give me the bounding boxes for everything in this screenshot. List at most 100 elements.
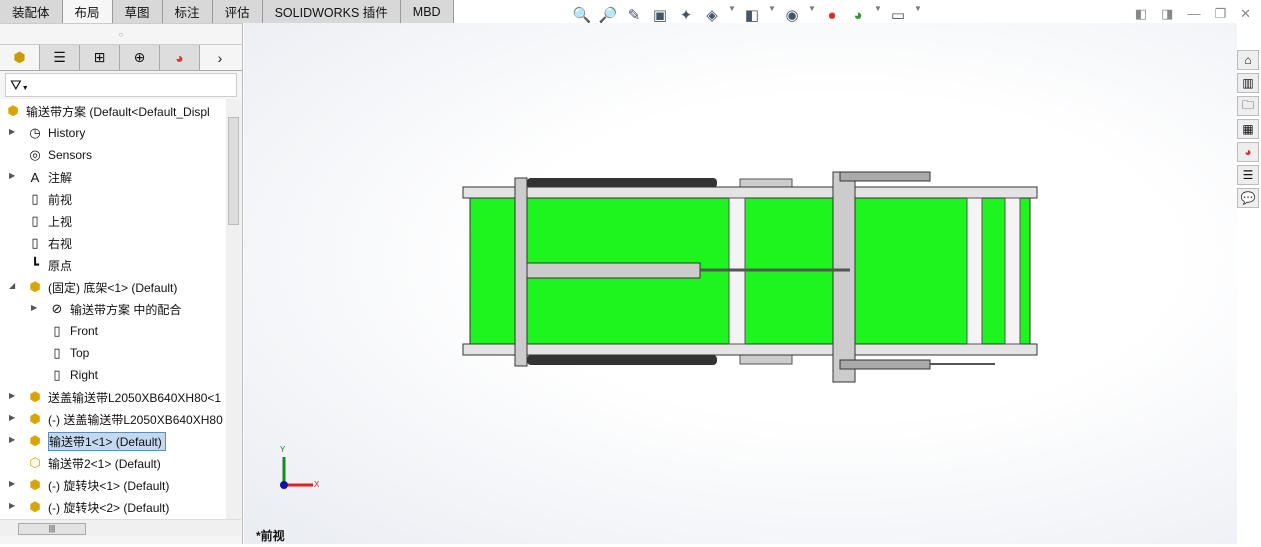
tree-item-label: Sensors (48, 148, 93, 162)
tree-item[interactable]: ┗ 原点 (26, 255, 72, 275)
expand-arrow-icon[interactable]: ◢ (9, 281, 15, 290)
tree-item-label: (固定) 底架<1> (Default) (48, 280, 178, 295)
tree-item[interactable]: ⬢ (-) 旋转块<1> (Default) (26, 475, 169, 495)
tree-item-label: 上视 (48, 214, 73, 229)
expand-arrow-icon[interactable]: ▶ (9, 127, 15, 136)
expand-arrow-icon[interactable]: ▶ (9, 435, 15, 444)
tree-item[interactable]: ⬢ 输送带方案 (Default<Default_Displ (4, 101, 209, 121)
expand-arrow-icon[interactable]: ▶ (9, 501, 15, 510)
triad-x-label: X (314, 480, 320, 489)
property-manager-tab-icon[interactable]: ☰ (40, 45, 80, 70)
expand-arrow-icon[interactable]: ▶ (9, 171, 15, 180)
tab-0[interactable]: 装配体 (0, 0, 63, 23)
tree-item[interactable]: ▯ 前视 (26, 189, 72, 209)
conveyor-model (462, 171, 1038, 383)
mates-icon: ⊘ (51, 301, 63, 316)
tree-item[interactable]: ⬢ 输送带1<1> (Default) (26, 431, 166, 451)
panel-grip[interactable]: ○ (0, 23, 242, 45)
tab-6[interactable]: MBD (400, 0, 454, 23)
panel-right-icon[interactable]: ◨ (1161, 6, 1173, 22)
graphics-area[interactable] (244, 23, 1237, 544)
configuration-manager-tab-icon[interactable]: ⊞ (80, 45, 120, 70)
feature-manager-panel: ○ ⬢ ☰ ⊞ ⊕ ◕ › ⛛▼ ⬢ 输送带方案 (Default<Default… (0, 23, 243, 544)
cylinder (526, 262, 701, 279)
plane-icon: ▯ (53, 345, 61, 360)
origin-icon: ┗ (31, 257, 39, 272)
sensors-icon: ◎ (29, 147, 41, 162)
part-icon: ⬢ (29, 389, 41, 404)
expand-arrow-icon[interactable]: ▶ (9, 479, 15, 488)
tree-item[interactable]: ⬢ (-) 旋转块<2> (Default) (26, 497, 169, 517)
tree-item-label: 送盖输送带L2050XB640XH80<1 (48, 390, 222, 405)
history-icon: ◷ (29, 125, 41, 140)
tree-horizontal-scrollbar[interactable]: ||| (0, 519, 241, 536)
expand-arrow-icon[interactable]: ▶ (31, 303, 37, 312)
tree-item[interactable]: A 注解 (26, 167, 72, 187)
tree-item[interactable]: ▯ 上视 (26, 211, 72, 231)
feature-manager-tab-icon[interactable]: ⬢ (0, 45, 40, 70)
assembly-icon: ⬢ (7, 103, 19, 118)
part-icon: ⬢ (29, 411, 41, 426)
cross-plate (514, 177, 528, 367)
tree-item[interactable]: ▯ 右视 (26, 233, 72, 253)
tree-item-label: (-) 送盖输送带L2050XB640XH80 (48, 412, 223, 427)
part-icon: ⬢ (29, 477, 41, 492)
filter-icon[interactable]: ⛛▼ (5, 73, 237, 97)
side-belt-bottom (527, 355, 717, 365)
annotation-icon: A (30, 169, 40, 185)
tree-item[interactable]: ⬡ 输送带2<1> (Default) (26, 453, 160, 473)
tree-item-label: 输送带方案 中的配合 (70, 302, 182, 317)
tree-item[interactable]: ⬢ (固定) 底架<1> (Default) (26, 277, 177, 297)
restore-icon[interactable]: ❐ (1214, 6, 1226, 22)
window-controls: ◧ ◨ — ❐ ✕ (1135, 6, 1251, 22)
plane-icon: ▯ (31, 191, 39, 206)
tree-item-label: 输送带1<1> (Default) (48, 431, 166, 451)
part-icon: ⬢ (29, 279, 41, 294)
tab-1[interactable]: 布局 (62, 0, 113, 23)
tree-item[interactable]: ⊘ 输送带方案 中的配合 (48, 299, 182, 319)
tree-item[interactable]: ◷ History (26, 123, 85, 143)
tree-item-label: 注解 (48, 170, 73, 185)
appearances-icon[interactable]: ◕ (1237, 142, 1259, 162)
tab-2[interactable]: 草图 (112, 0, 163, 23)
tree-item[interactable]: ▯ Front (48, 321, 98, 341)
display-manager-tab-icon[interactable]: ◕ (160, 45, 200, 70)
minimize-icon[interactable]: — (1187, 6, 1200, 22)
home-icon[interactable]: ⌂ (1237, 50, 1259, 70)
file-explorer-icon[interactable]: 🗀 (1237, 96, 1259, 116)
tab-4[interactable]: 评估 (212, 0, 263, 23)
plane-icon: ▯ (53, 323, 61, 338)
more-tabs-chevron-icon[interactable]: › (200, 45, 240, 70)
tree-item[interactable]: ▯ Right (48, 365, 98, 385)
tab-5[interactable]: SOLIDWORKS 插件 (262, 0, 401, 23)
tree-item-label: (-) 旋转块<1> (Default) (48, 478, 170, 493)
tab-3[interactable]: 标注 (162, 0, 213, 23)
dimxpert-tab-icon[interactable]: ⊕ (120, 45, 160, 70)
tree-item[interactable]: ◎ Sensors (26, 145, 92, 165)
frame-rail-bottom (462, 343, 1038, 356)
task-pane: ⌂ ▥ 🗀 ▦ ◕ ☰ 💬 (1237, 50, 1261, 208)
part-icon: ⬢ (29, 433, 41, 448)
part-icon: ⬢ (29, 499, 41, 514)
view-palette-icon[interactable]: ▦ (1237, 119, 1259, 139)
expand-arrow-icon[interactable]: ▶ (9, 413, 15, 422)
frame-rail-top (462, 186, 1038, 199)
forum-icon[interactable]: 💬 (1237, 188, 1259, 208)
tree-item[interactable]: ▯ Top (48, 343, 89, 363)
tree-item-label: 原点 (48, 258, 73, 273)
tree-item[interactable]: ⬢ 送盖输送带L2050XB640XH80<1 (26, 387, 221, 407)
tree-vertical-scrollbar[interactable] (226, 99, 241, 519)
tree-item-label: History (48, 126, 86, 140)
command-manager-tabs: 装配体 布局 草图 标注 评估 SOLIDWORKS 插件 MBD (0, 0, 454, 23)
panel-left-icon[interactable]: ◧ (1135, 6, 1147, 22)
tree-item-label: (-) 旋转块<2> (Default) (48, 500, 170, 515)
tree-item[interactable]: ⬢ (-) 送盖输送带L2050XB640XH80 (26, 409, 223, 429)
expand-arrow-icon[interactable]: ▶ (9, 391, 15, 400)
design-library-icon[interactable]: ▥ (1237, 73, 1259, 93)
custom-properties-icon[interactable]: ☰ (1237, 165, 1259, 185)
view-triad: Y X (277, 445, 327, 498)
tree-item-label: Right (70, 368, 99, 382)
part-outline-icon: ⬡ (29, 455, 41, 470)
tree-item-label: Top (70, 346, 90, 360)
close-icon[interactable]: ✕ (1240, 6, 1251, 22)
